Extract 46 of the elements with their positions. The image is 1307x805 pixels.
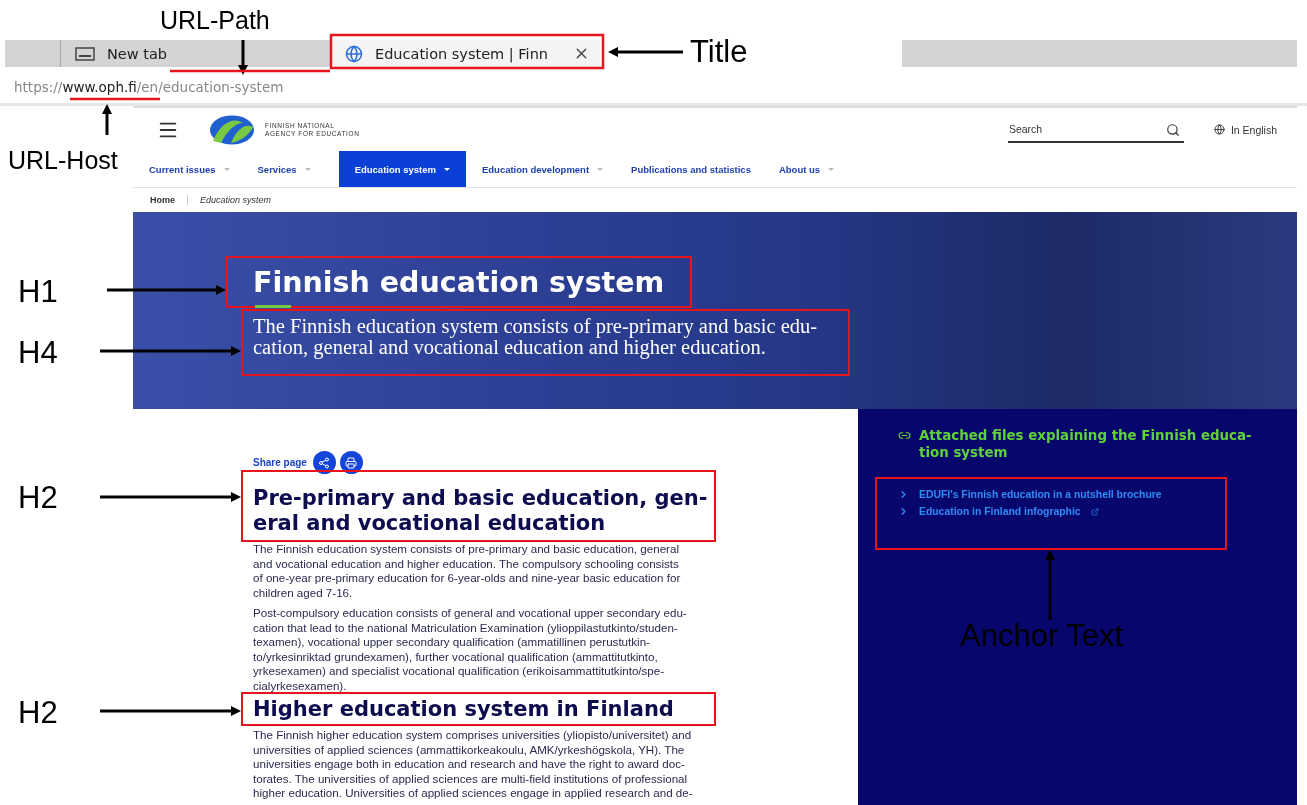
nav-item[interactable]: About us <box>778 151 835 187</box>
nav-item[interactable]: Publications and statistics <box>631 151 751 187</box>
body-paragraph: The Finnish education system consists of pre-primary and basic education, general and vocational education and higher education. The compulsory schooling consists of one-year pre-primary education for 6-year-olds and nine-year basic education for children aged 7-16. <box>253 542 681 600</box>
globe-icon <box>1213 124 1225 135</box>
section-heading: Pre-primary and basic education, gen- eral and vocational education <box>253 486 708 536</box>
annotation-label: URL-Host <box>8 148 118 173</box>
breadcrumb-item[interactable]: Home <box>150 195 188 205</box>
annotation-label: URL-Path <box>160 8 270 33</box>
nav-item[interactable]: Current issues <box>149 151 230 187</box>
pointer-arrow <box>238 40 248 75</box>
language-link[interactable]: In English <box>1213 123 1277 136</box>
nav-item[interactable]: Services <box>257 151 311 187</box>
page-title: Finnish education system <box>253 267 665 299</box>
sidebar-heading: Attached files explaining the Finnish educa- tion system <box>919 427 1252 461</box>
annotation-label: H4 <box>18 337 58 368</box>
pointer-arrow <box>1045 550 1055 620</box>
body-paragraph: The Finnish higher education system comprises universities (yliopisto/universitet) and universities of applied sciences (ammattikorkeakoulu, AMK/yrkeshögskola, YH). The universities engage both in education and research and have the right to award doc- torates. The universities of applied sciences are multi-field institutions of professional higher education. Universities of applied sciences engage in applied research and de- <box>253 728 693 801</box>
breadcrumb-item: Education system <box>200 195 273 205</box>
annotation-label: Title <box>690 36 748 67</box>
section-heading: Higher education system in Finland <box>253 697 674 722</box>
address-bar-url[interactable]: https://www.oph.fi/en/education-system <box>14 78 284 95</box>
chevron-icon <box>898 489 909 500</box>
annotation-label: Anchor Text <box>960 620 1124 651</box>
annotation-label: H2 <box>18 482 58 513</box>
nav-item[interactable]: Education development <box>481 151 604 187</box>
body-paragraph: Post-compulsory education consists of general and vocational upper secondary edu- cation that lead to the national Matriculation Examination (ylioppilastutkinto/studen- texamen), vocational upper secondary qualification (ammatillinen perustutkin- to/yrkesinriktad grundexamen), further vocational qualification (ammattitutkinto, yrkesexamen) and specialist vocational qualification (erikoisammattitutkinto/spe- cialyrkesexamen). <box>253 606 687 693</box>
annotation-label: H2 <box>18 697 58 728</box>
nav-item[interactable]: Education system <box>338 151 466 187</box>
pointer-arrow <box>102 104 112 135</box>
share-icon <box>318 456 331 469</box>
link-icon <box>898 429 911 442</box>
share-label: Share page <box>253 457 307 468</box>
search-field[interactable]: Search <box>1007 116 1184 143</box>
printer-icon <box>345 456 358 469</box>
share-button[interactable] <box>312 451 336 474</box>
hero-subtitle: The Finnish education system consists of pre-primary and basic edu- cation, general and vocational education and higher education. <box>253 316 818 358</box>
browser-tab[interactable]: Education system | Finn <box>330 40 600 67</box>
print-button[interactable] <box>339 451 363 474</box>
search-icon[interactable] <box>1165 122 1180 137</box>
annotation-label: H1 <box>18 276 58 307</box>
tab-icon <box>75 46 95 61</box>
attachment-link[interactable]: EDUFI's Finnish education in a nutshell brochure <box>898 489 1162 500</box>
chevron-icon <box>898 506 909 517</box>
attachment-link[interactable]: Education in Finland infographic <box>898 506 1099 517</box>
site-favicon-icon <box>345 44 363 63</box>
logo-icon[interactable] <box>209 114 255 145</box>
